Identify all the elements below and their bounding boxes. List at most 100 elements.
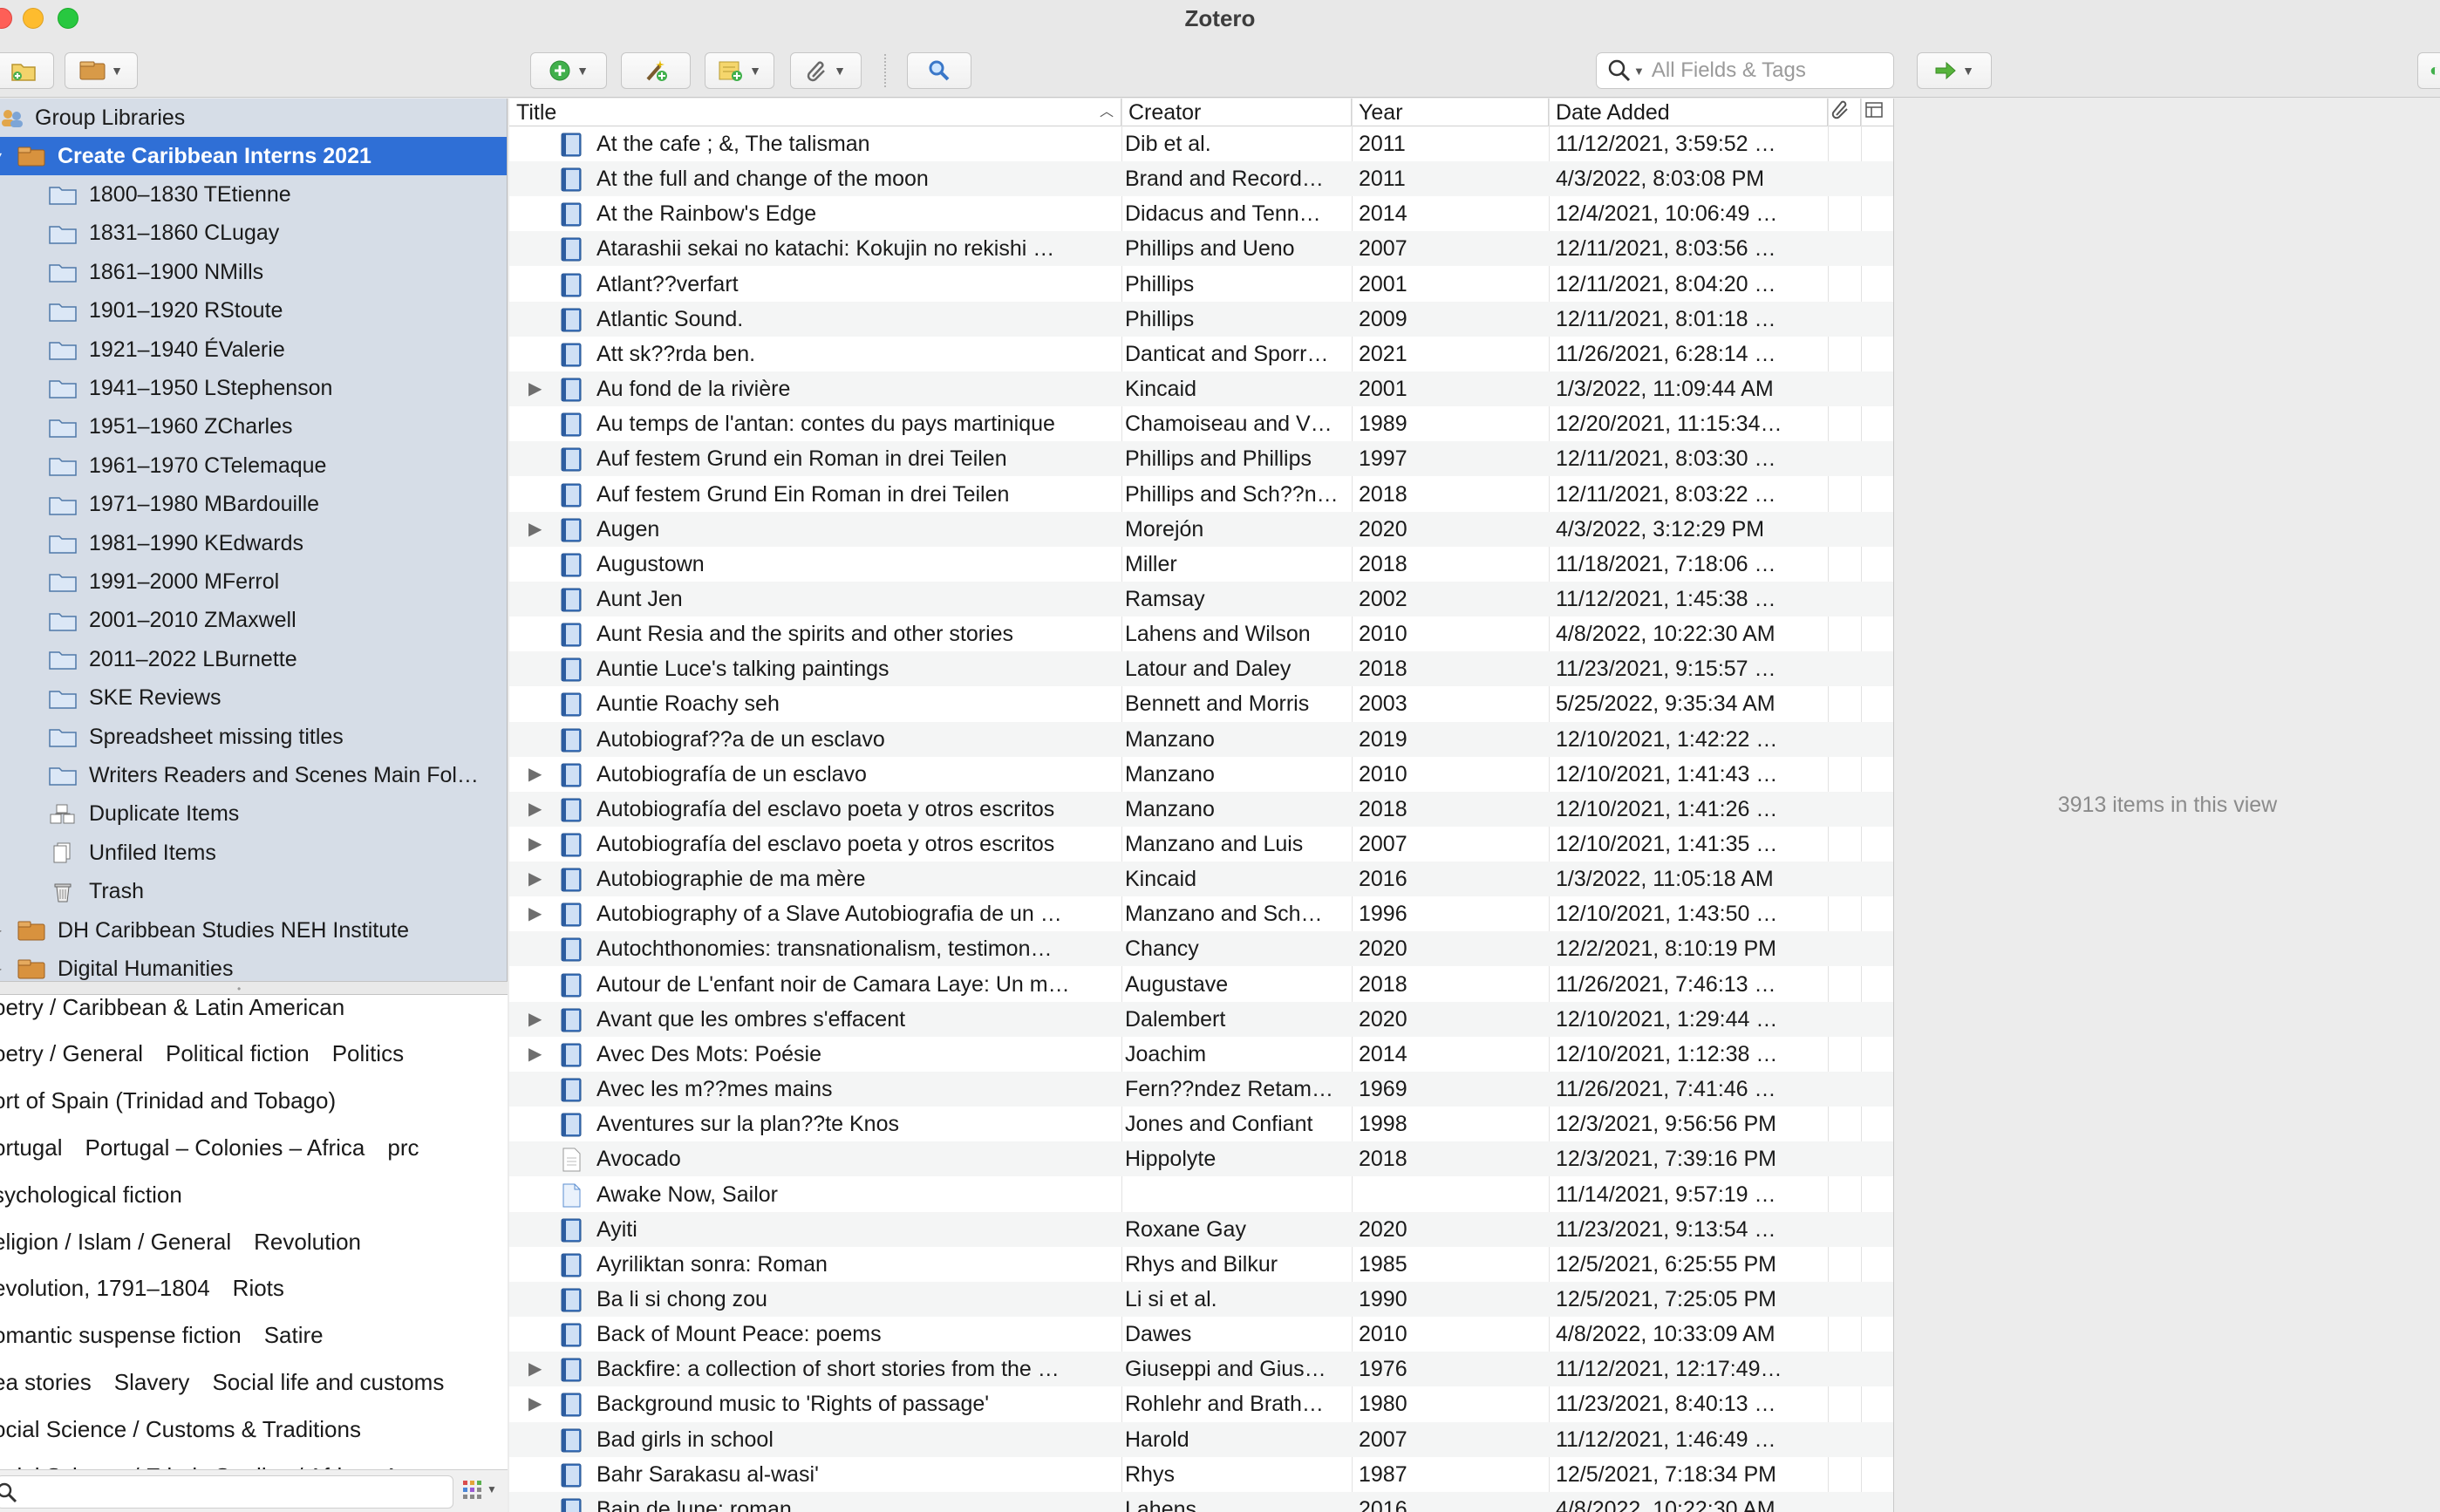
tag-item[interactable]: Political fiction — [166, 1040, 310, 1067]
item-row[interactable]: Auntie Luce's talking paintings Latour an… — [509, 651, 1893, 687]
collection-item-spreadsheet-missing-titles[interactable]: Spreadsheet missing titles — [0, 718, 507, 756]
collection-item-writers-readers-and-scenes-main-fol[interactable]: Writers Readers and Scenes Main Fol… — [0, 756, 507, 794]
collection-item-dh-caribbean-studies-neh-institute[interactable]: ▸ DH Caribbean Studies NEH Institute — [0, 911, 507, 950]
tag-item[interactable]: prc — [387, 1134, 419, 1161]
tag-filter-field[interactable] — [0, 1475, 453, 1509]
tag-item[interactable]: Politics — [332, 1040, 404, 1067]
tag-item[interactable]: ortugal — [0, 1134, 63, 1161]
collection-item-digital-humanities[interactable]: ▸ Digital Humanities — [0, 950, 507, 981]
item-row[interactable]: ▶ Backfire: a collection of short stories… — [509, 1352, 1893, 1387]
item-row[interactable]: Atarashii sekai no katachi: Kokujin no r… — [509, 231, 1893, 267]
collection-item-1831-1860-clugay[interactable]: 1831–1860 CLugay — [0, 215, 507, 253]
expand-triangle-icon[interactable]: ▶ — [528, 862, 542, 896]
item-row[interactable]: ▶ Autobiographie de ma mère Kincaid 2016 1/3… — [509, 862, 1893, 897]
tag-item[interactable]: Revolution — [254, 1229, 361, 1256]
item-row[interactable]: ▶ Augen Morejón 2020 4/3/2022, 3:12:29 PM — [509, 511, 1893, 547]
collection-item-ske-reviews[interactable]: SKE Reviews — [0, 679, 507, 718]
tag-item[interactable]: oetry / General — [0, 1040, 143, 1067]
expand-triangle-icon[interactable]: ▶ — [528, 757, 542, 792]
item-row[interactable]: ▶ Autobiography of a Slave Autobiografia … — [509, 896, 1893, 931]
collection-item-1941-1950-lstephenson[interactable]: 1941–1950 LStephenson — [0, 369, 507, 407]
sync-button[interactable]: ◐ — [2417, 52, 2440, 89]
collection-item-unfiled-items[interactable]: Unfiled Items — [0, 834, 507, 872]
item-row[interactable]: Ayriliktan sonra: Roman Rhys and Bilkur 19… — [509, 1247, 1893, 1282]
item-row[interactable]: Avocado Hippolyte 2018 12/3/2021, 7:39:16 P… — [509, 1141, 1893, 1177]
tag-item[interactable]: sychological fiction — [0, 1182, 182, 1209]
expand-triangle-icon[interactable]: ▶ — [528, 896, 542, 931]
add-by-identifier-button[interactable] — [621, 52, 691, 89]
collection-item-1981-1990-kedwards[interactable]: 1981–1990 KEdwards — [0, 524, 507, 562]
tag-item[interactable]: ort of Spain (Trinidad and Tobago) — [0, 1087, 336, 1114]
collection-item-1861-1900-nmills[interactable]: 1861–1900 NMills — [0, 253, 507, 291]
tag-item[interactable]: Satire — [264, 1322, 324, 1349]
item-row[interactable]: Autochthonomies: transnationalism, testi… — [509, 931, 1893, 967]
column-creator[interactable]: Creator — [1121, 99, 1352, 126]
tag-item[interactable]: ea stories — [0, 1369, 92, 1396]
item-row[interactable]: At the Rainbow's Edge Didacus and Tenn… 20… — [509, 196, 1893, 231]
expand-triangle-icon[interactable]: ▶ — [528, 827, 542, 862]
collection-item-1961-1970-ctelemaque[interactable]: 1961–1970 CTelemaque — [0, 446, 507, 485]
tag-item[interactable]: Slavery — [114, 1369, 190, 1396]
item-row[interactable]: At the full and change of the moon Brand … — [509, 161, 1893, 197]
expand-triangle-icon[interactable]: ▶ — [528, 371, 542, 406]
column-date-added[interactable]: Date Added — [1549, 99, 1828, 126]
column-attachments[interactable] — [1828, 99, 1861, 126]
tag-item[interactable]: ocial Science / Customs & Traditions — [0, 1416, 361, 1443]
item-row[interactable]: ▶ Avant que les ombres s'effacent Dalember… — [509, 1001, 1893, 1037]
column-title[interactable]: Title ︿ — [509, 99, 1121, 126]
chevron-down-icon[interactable]: ▾ — [0, 147, 9, 165]
item-row[interactable]: ▶ Autobiografía del esclavo poeta y otros… — [509, 827, 1893, 862]
tag-item[interactable]: ocial Science / Ethnic Studies / African… — [0, 1463, 421, 1470]
new-collection-button[interactable] — [0, 52, 54, 89]
item-row[interactable]: ▶ Avec Des Mots: Poésie Joachim 2014 12/10/2… — [509, 1037, 1893, 1072]
collection-item-1800-1830-tetienne[interactable]: 1800–1830 TEtienne — [0, 175, 507, 214]
advanced-search-button[interactable] — [907, 52, 971, 89]
expand-triangle-icon[interactable]: ▶ — [528, 792, 542, 827]
chevron-right-icon[interactable]: ▸ — [0, 922, 9, 939]
expand-triangle-icon[interactable]: ▶ — [528, 1386, 542, 1421]
add-attachment-button[interactable]: ▼ — [790, 52, 862, 89]
chevron-right-icon[interactable]: ▸ — [0, 960, 9, 977]
item-row[interactable]: ▶ Autobiografía del esclavo poeta y otros… — [509, 791, 1893, 827]
tag-item[interactable]: Portugal – Colonies – Africa — [85, 1134, 365, 1161]
tag-actions-button[interactable]: ▼ — [462, 1479, 497, 1500]
item-row[interactable]: Augustown Miller 2018 11/18/2021, 7:18:06 … — [509, 547, 1893, 582]
collection-item-1901-1920-rstoute[interactable]: 1901–1920 RStoute — [0, 292, 507, 330]
tag-item[interactable]: oetry / Caribbean & Latin American — [0, 995, 344, 1021]
item-row[interactable]: Aventures sur la plan??te Knos Jones and … — [509, 1107, 1893, 1141]
expand-triangle-icon[interactable]: ▶ — [528, 1037, 542, 1072]
item-row[interactable]: ▶ Au fond de la rivière Kincaid 2001 1/3/202… — [509, 371, 1893, 407]
item-row[interactable]: Atlantic Sound. Phillips 2009 12/11/2021, 8… — [509, 301, 1893, 337]
collection-item-1971-1980-mbardouille[interactable]: 1971–1980 MBardouille — [0, 486, 507, 524]
item-row[interactable]: Awake Now, Sailor 11/14/2021, 9:57:19 … — [509, 1177, 1893, 1212]
search-input[interactable] — [1651, 58, 1878, 83]
item-row[interactable]: Back of Mount Peace: poems Dawes 2010 4/8/2… — [509, 1317, 1893, 1352]
tag-item[interactable]: Riots — [233, 1275, 284, 1302]
column-picker[interactable] — [1861, 99, 1893, 126]
new-item-button[interactable]: ▼ — [530, 52, 607, 89]
tag-filter-input[interactable] — [0, 1476, 453, 1508]
expand-triangle-icon[interactable]: ▶ — [528, 1352, 542, 1386]
item-row[interactable]: Atlant??verfart Phillips 2001 12/11/2021, 8… — [509, 267, 1893, 302]
item-row[interactable]: Aunt Jen Ramsay 2002 11/12/2021, 1:45:38 … — [509, 581, 1893, 616]
search-field[interactable]: ▼ — [1596, 52, 1894, 89]
item-row[interactable]: Bahr Sarakasu al-wasi' Rhys 1987 12/5/2021,… — [509, 1457, 1893, 1492]
item-row[interactable]: Auntie Roachy seh Bennett and Morris 2003 5… — [509, 686, 1893, 721]
item-row[interactable]: Aunt Resia and the spirits and other sto… — [509, 616, 1893, 651]
item-row[interactable]: Bad girls in school Harold 2007 11/12/2021,… — [509, 1421, 1893, 1457]
item-row[interactable]: Auf festem Grund Ein Roman in drei Teile… — [509, 477, 1893, 512]
collection-item-duplicate-items[interactable]: Duplicate Items — [0, 795, 507, 834]
pane-splitter[interactable]: • — [0, 981, 508, 995]
search-mode-chevron-icon[interactable]: ▼ — [1633, 65, 1645, 78]
expand-triangle-icon[interactable]: ▶ — [528, 1002, 542, 1037]
tag-item[interactable]: eligion / Islam / General — [0, 1229, 231, 1256]
collection-item-1951-1960-zcharles[interactable]: 1951–1960 ZCharles — [0, 408, 507, 446]
new-library-button[interactable]: ▼ — [65, 52, 138, 89]
collection-item-1991-2000-mferrol[interactable]: 1991–2000 MFerrol — [0, 562, 507, 601]
item-row[interactable]: At the cafe ; &, The talisman Dib et al. 2… — [509, 126, 1893, 161]
item-row[interactable]: Au temps de l'antan: contes du pays mart… — [509, 406, 1893, 441]
item-row[interactable]: Autour de L'enfant noir de Camara Laye: … — [509, 967, 1893, 1002]
new-note-button[interactable]: ▼ — [705, 52, 774, 89]
tag-item[interactable]: evolution, 1791–1804 — [0, 1275, 210, 1302]
collection-item-trash[interactable]: Trash — [0, 873, 507, 911]
